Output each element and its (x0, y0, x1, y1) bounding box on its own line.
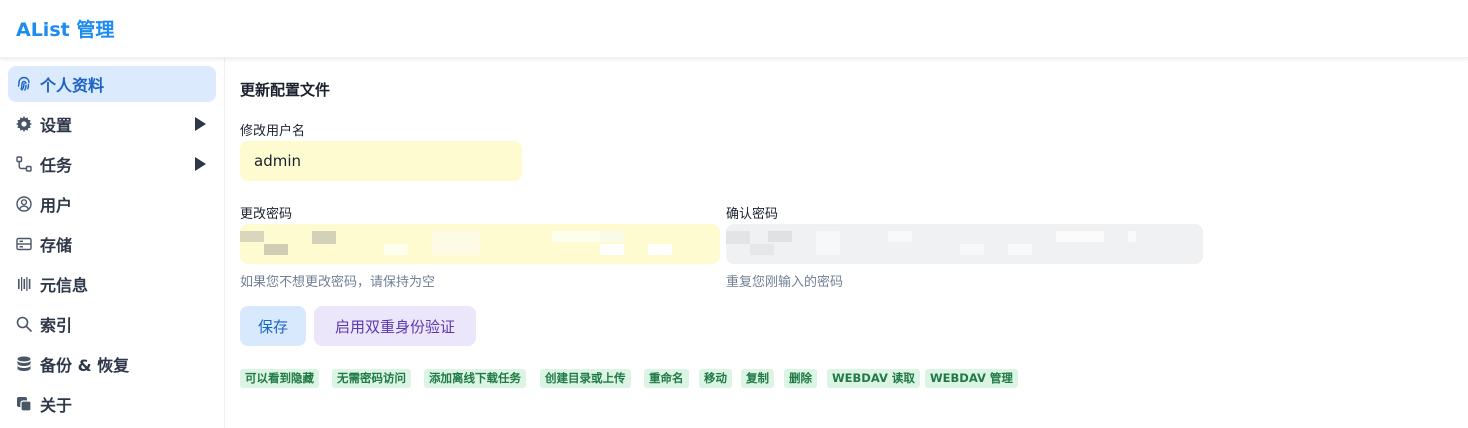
gear-icon (16, 116, 32, 132)
fingerprint-icon (16, 76, 32, 92)
confirm-password-obscured-icon (726, 231, 1136, 255)
sidebar-item-users[interactable]: 用户 (8, 186, 216, 222)
save-button[interactable]: 保存 (240, 306, 306, 346)
app-title[interactable]: AList 管理 (16, 15, 114, 42)
copy-icon (16, 396, 32, 412)
user-circle-icon (16, 196, 32, 212)
sidebar-item-label: 用户 (40, 196, 73, 215)
sidebar-item-settings[interactable]: 设置 (8, 106, 216, 142)
password-obscured-icon (240, 231, 672, 255)
expand-arrow-icon[interactable] (195, 157, 206, 171)
permission-tag: 删除 (784, 369, 817, 388)
expand-arrow-icon[interactable] (195, 117, 206, 131)
confirm-password-label: 确认密码 (726, 207, 779, 222)
top-header: AList 管理 (0, 0, 1468, 58)
sidebar-item-label: 备份 & 恢复 (40, 356, 130, 375)
permission-tag: 添加离线下载任务 (424, 369, 526, 388)
sidebar-item-label: 存储 (40, 236, 73, 255)
database-icon (16, 356, 32, 372)
sidebar: 个人资料 设置 任务 用户 存储 元信息 索引 备份 & 恢复 关于 (0, 58, 225, 428)
sidebar-item-label: 索引 (40, 316, 73, 335)
sidebar-item-tasks[interactable]: 任务 (8, 146, 216, 182)
confirm-password-helper-text: 重复您刚输入的密码 (726, 275, 844, 290)
sidebar-item-index[interactable]: 索引 (8, 306, 216, 342)
sidebar-item-label: 元信息 (40, 276, 89, 295)
tasks-flow-icon (16, 156, 32, 172)
permission-tag: WEBDAV 管理 (925, 369, 1018, 388)
password-helper-text: 如果您不想更改密码，请保持为空 (240, 275, 436, 290)
confirm-password-input[interactable] (726, 224, 1203, 264)
sidebar-item-about[interactable]: 关于 (8, 386, 216, 422)
storage-icon (16, 236, 32, 252)
permission-tag: 创建目录或上传 (540, 369, 631, 388)
permission-tag: 无需密码访问 (332, 369, 411, 388)
password-input[interactable] (240, 224, 720, 264)
sidebar-item-profile[interactable]: 个人资料 (8, 66, 216, 102)
sidebar-item-storage[interactable]: 存储 (8, 226, 216, 262)
permission-tag: WEBDAV 读取 (827, 369, 920, 388)
sidebar-item-label: 个人资料 (40, 76, 105, 95)
enable-2fa-button[interactable]: 启用双重身份验证 (314, 306, 476, 346)
username-label: 修改用户名 (240, 124, 306, 139)
page-title: 更新配置文件 (240, 81, 331, 99)
sidebar-item-backup-restore[interactable]: 备份 & 恢复 (8, 346, 216, 382)
permission-tag: 复制 (741, 369, 774, 388)
sidebar-item-label: 关于 (40, 396, 73, 415)
sidebar-item-metadata[interactable]: 元信息 (8, 266, 216, 302)
permission-tag: 重命名 (644, 369, 689, 388)
permission-tag: 移动 (699, 369, 732, 388)
permission-tag: 可以看到隐藏 (240, 369, 319, 388)
sidebar-item-label: 设置 (40, 116, 73, 135)
metadata-icon (16, 276, 32, 292)
search-icon (16, 316, 32, 332)
sidebar-item-label: 任务 (40, 156, 73, 175)
password-label: 更改密码 (240, 207, 293, 222)
username-input[interactable] (240, 141, 522, 181)
